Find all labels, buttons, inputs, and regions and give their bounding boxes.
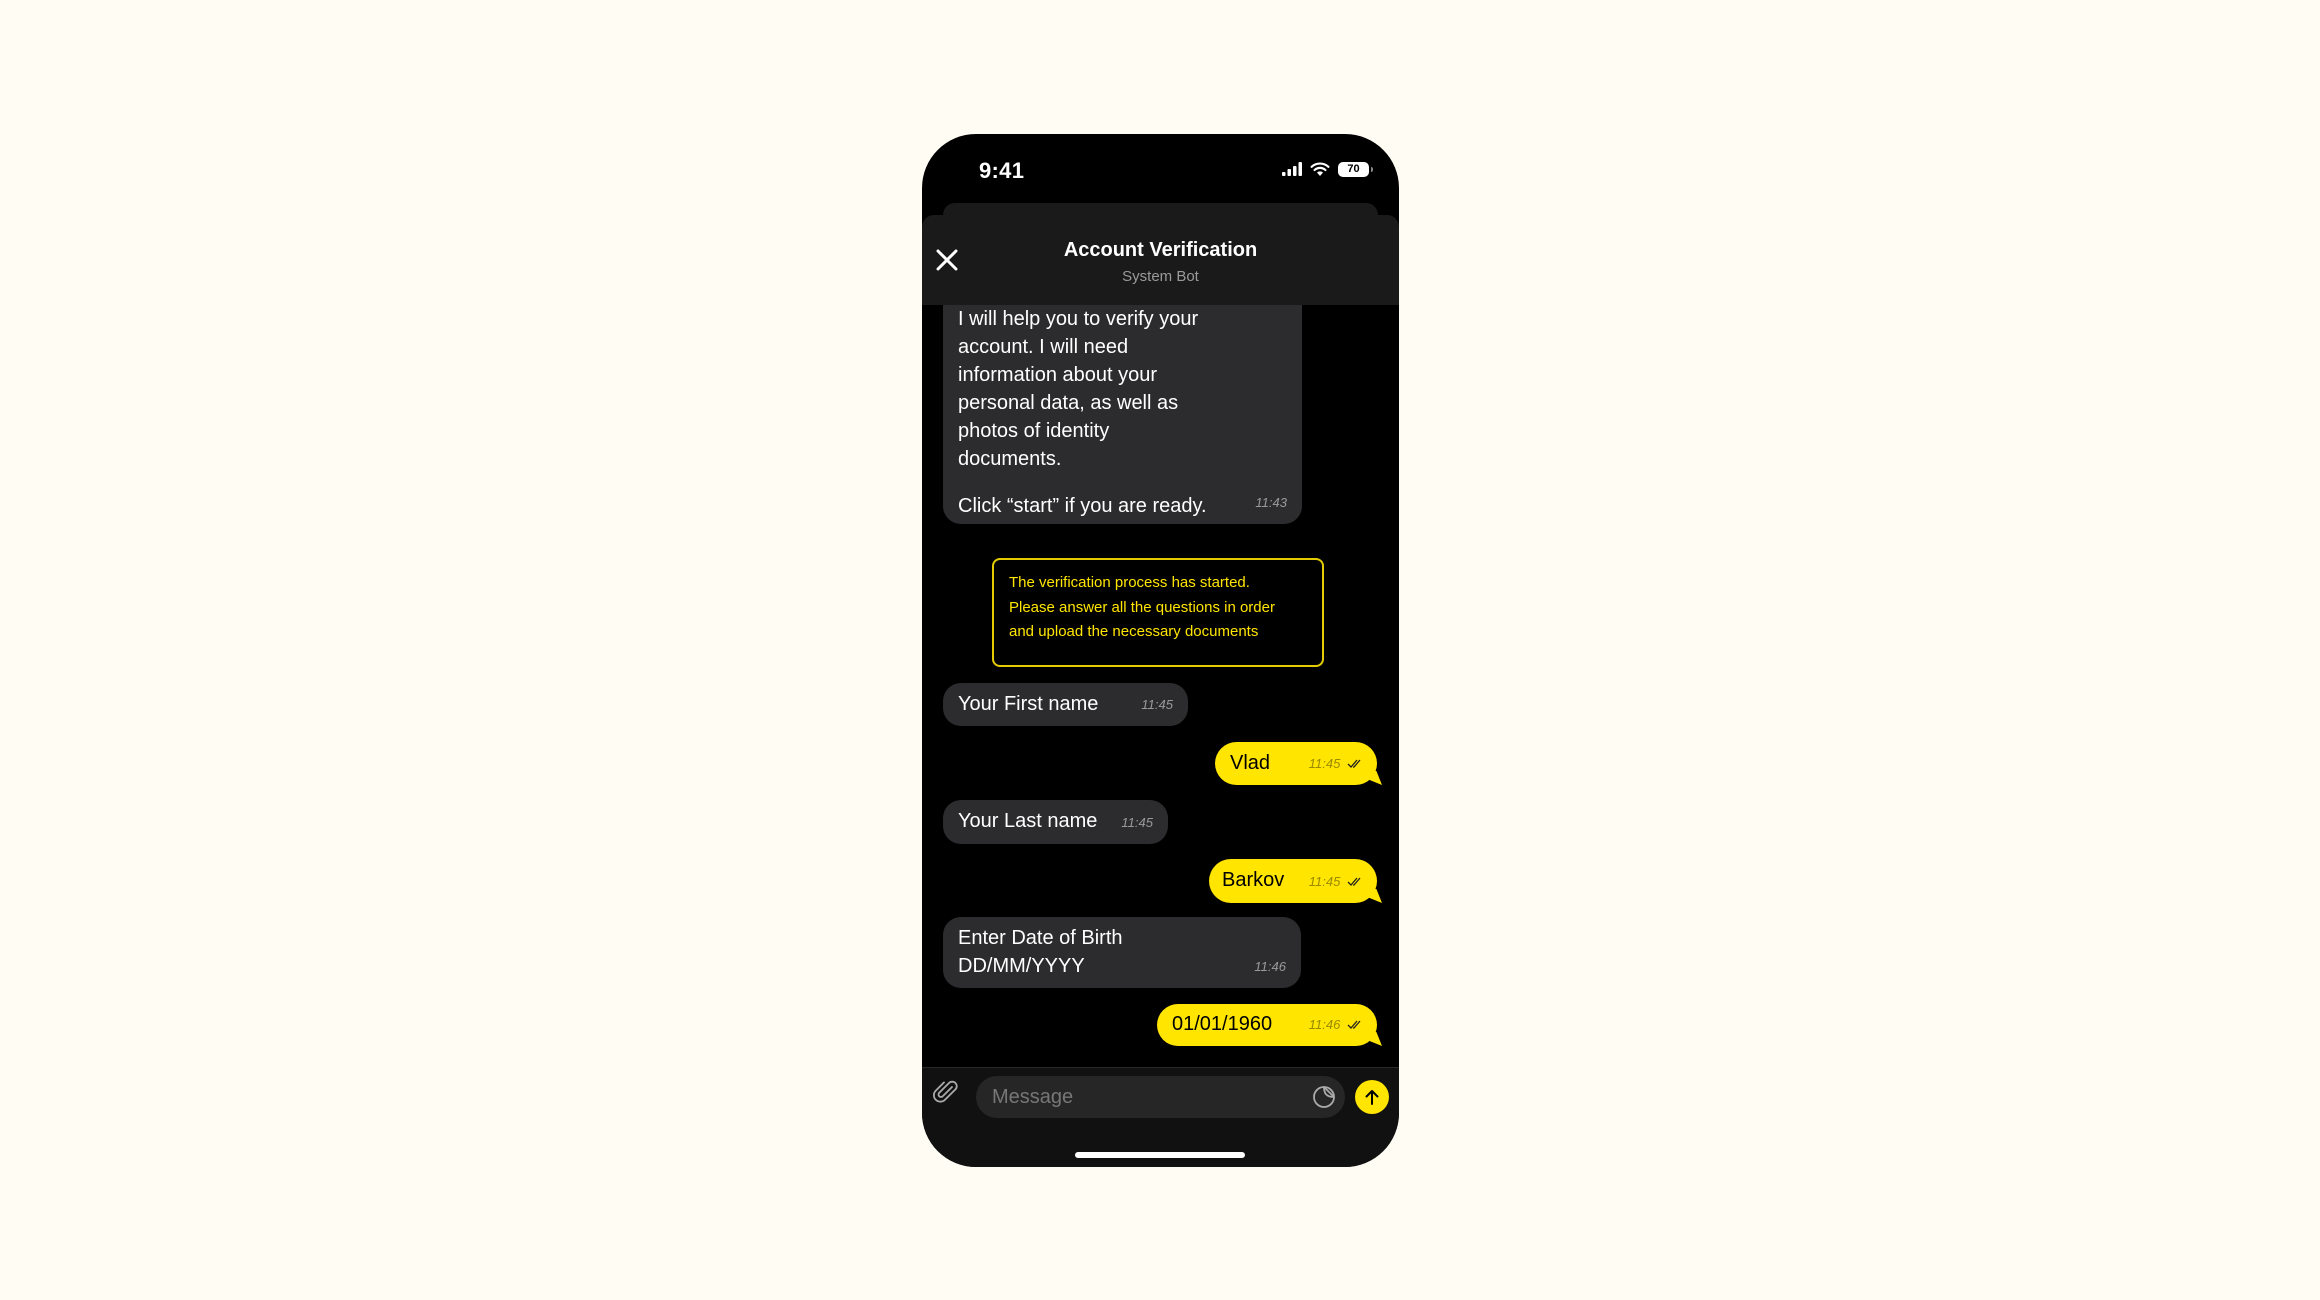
send-button[interactable] bbox=[1355, 1080, 1389, 1114]
message-line bbox=[958, 473, 1287, 492]
double-check-icon bbox=[1347, 759, 1361, 768]
message-line: account. I will need bbox=[958, 336, 1129, 358]
message-meta: 11:45 bbox=[1309, 750, 1363, 778]
message-line: Click “start” if you are ready. bbox=[958, 495, 1207, 517]
message-time: 11:45 bbox=[1308, 874, 1341, 889]
message-line: Enter Date of Birth bbox=[958, 927, 1123, 949]
bot-message-date-of-birth: Enter Date of Birth DD/MM/YYYY 11:46 bbox=[943, 917, 1301, 988]
attach-button[interactable] bbox=[932, 1078, 960, 1106]
status-icons: 70 bbox=[1282, 161, 1373, 177]
message-time: 11:45 bbox=[1308, 756, 1341, 771]
notice-line: Please answer all the questions in order bbox=[1009, 598, 1275, 616]
cellular-signal-icon bbox=[1282, 162, 1302, 176]
message-input-field[interactable] bbox=[976, 1076, 1345, 1118]
notice-line: The verification process has started. bbox=[1009, 574, 1250, 591]
phone-frame: 9:41 70 I will help you to verify your a… bbox=[922, 134, 1399, 1167]
message-time: 11:45 bbox=[1141, 697, 1173, 712]
double-check-icon bbox=[1347, 877, 1361, 886]
user-message-vlad: Vlad 11:45 bbox=[1215, 742, 1377, 785]
message-line: personal data, as well as bbox=[958, 392, 1179, 414]
message-input[interactable] bbox=[990, 1084, 1295, 1110]
sticker-button[interactable] bbox=[1311, 1084, 1337, 1110]
message-text: 01/01/1960 bbox=[1172, 1013, 1273, 1035]
bot-message-last-name: Your Last name 11:45 bbox=[943, 800, 1168, 844]
bot-message-first-name: Your First name 11:45 bbox=[943, 683, 1188, 726]
status-time: 9:41 bbox=[979, 158, 1025, 183]
message-meta: 11:45 bbox=[1309, 868, 1363, 896]
message-line: photos of identity bbox=[958, 420, 1110, 442]
user-message-barkov: Barkov 11:45 bbox=[1209, 859, 1377, 903]
message-line: DD/MM/YYYY bbox=[958, 955, 1085, 977]
paperclip-icon bbox=[933, 1080, 958, 1103]
message-text: Your First name bbox=[958, 693, 1099, 715]
arrow-up-icon bbox=[1365, 1090, 1379, 1105]
message-text: Vlad bbox=[1230, 752, 1271, 774]
message-line: I will help you to verify your bbox=[958, 308, 1199, 330]
chat-title: Account Verification bbox=[1063, 239, 1258, 261]
message-text: Your Last name bbox=[958, 810, 1098, 832]
message-text: Barkov bbox=[1222, 869, 1285, 891]
home-indicator[interactable] bbox=[1075, 1152, 1245, 1158]
message-meta: 11:46 bbox=[1309, 1011, 1363, 1039]
double-check-icon bbox=[1347, 1020, 1361, 1029]
chat-header: Account Verification System Bot bbox=[922, 215, 1399, 305]
chat-subtitle: System Bot bbox=[1122, 268, 1199, 285]
sticker-icon bbox=[1313, 1086, 1335, 1108]
message-time: 11:43 bbox=[1255, 495, 1287, 510]
chat-messages[interactable]: I will help you to verify your account. … bbox=[922, 305, 1399, 1067]
battery-icon: 70 bbox=[1338, 161, 1373, 177]
message-line: information about your bbox=[958, 364, 1158, 386]
message-time: 11:46 bbox=[1254, 959, 1286, 974]
wifi-icon bbox=[1310, 162, 1330, 176]
bot-message-intro: I will help you to verify your account. … bbox=[943, 305, 1302, 524]
user-message-dob: 01/01/1960 11:46 bbox=[1157, 1004, 1377, 1046]
notice-line: and upload the necessary documents bbox=[1009, 623, 1259, 640]
message-time: 11:46 bbox=[1308, 1017, 1341, 1032]
system-notice: The verification process has started. Pl… bbox=[992, 558, 1324, 667]
message-time: 11:45 bbox=[1121, 815, 1153, 830]
message-line: documents. bbox=[958, 448, 1062, 470]
